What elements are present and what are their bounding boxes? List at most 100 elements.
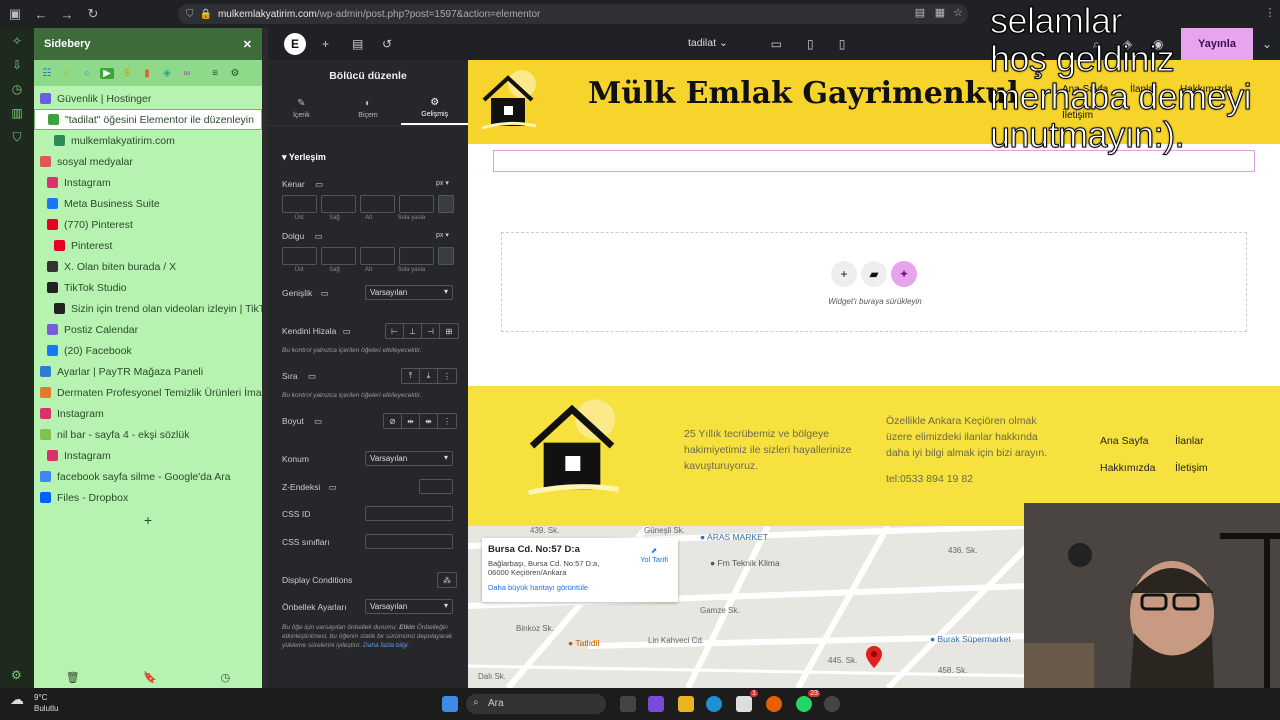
game-icon[interactable]: ◈ <box>160 68 174 79</box>
sidebery-tab[interactable]: (20) Facebook <box>34 340 262 361</box>
list-icon[interactable]: ≡ <box>208 68 222 79</box>
width-select[interactable]: Varsayılan <box>365 285 453 300</box>
sidebery-tab[interactable]: Ayarlar | PayTR Mağaza Paneli <box>34 361 262 382</box>
size-grow-icon[interactable]: ⇹ <box>402 414 420 428</box>
size-none-icon[interactable]: ⊘ <box>384 414 402 428</box>
sidebery-tab[interactable]: facebook sayfa silme - Google'da Ara <box>34 466 262 487</box>
size-more-icon[interactable]: ⋮ <box>438 414 456 428</box>
store-icon[interactable]: 1 <box>736 690 758 712</box>
sidebery-tab[interactable]: Sizin için trend olan videoları izleyin … <box>34 298 262 319</box>
align-stretch-icon[interactable]: ⊞ <box>440 324 458 338</box>
elementor-logo-icon[interactable]: E <box>284 33 306 55</box>
dollar-icon[interactable]: $ <box>120 68 134 79</box>
publish-options-icon[interactable]: ⌄ <box>1262 37 1272 51</box>
footer-nav-listings[interactable]: İlanlar <box>1175 435 1204 447</box>
cache-select[interactable]: Varsayılan <box>365 599 453 614</box>
ai-sparkle-icon[interactable]: ✦ <box>891 261 917 287</box>
selected-divider-widget[interactable] <box>493 150 1255 172</box>
order-end-icon[interactable]: ⤓ <box>420 369 438 383</box>
chrome-icon[interactable] <box>824 696 840 712</box>
position-select[interactable]: Varsayılan <box>365 451 453 466</box>
back-icon[interactable]: ← <box>30 3 52 25</box>
padding-bottom-input[interactable] <box>360 247 395 265</box>
sidebery-tab[interactable]: Postiz Calendar <box>34 319 262 340</box>
shield-icon[interactable]: ⛉ <box>12 130 21 145</box>
mobile-icon[interactable]: ▯ <box>839 37 846 51</box>
add-section-button[interactable]: + <box>831 261 857 287</box>
settings-icon[interactable]: ⚙ <box>228 68 242 79</box>
search-icon[interactable]: ⌕ <box>1093 37 1100 52</box>
bookmark-icon[interactable]: 🔖 <box>143 671 157 684</box>
shopping-icon[interactable]: ⌂ <box>60 68 74 79</box>
poi-aras-market[interactable]: ● ARAS MARKET <box>700 532 768 542</box>
padding-top-input[interactable] <box>282 247 317 265</box>
margin-bottom-input[interactable] <box>360 195 395 213</box>
sidebery-tab[interactable]: X. Olan biten burada / X <box>34 256 262 277</box>
tablet-icon[interactable]: ▯ <box>807 37 814 51</box>
larger-map-link[interactable]: Daha büyük haritayı görüntüle <box>488 583 672 592</box>
preview-eye-icon[interactable]: ◉ <box>1153 37 1163 51</box>
google-map[interactable]: Bursa Cd. No:57 D:a Bağlarbaşı, Bursa Cd… <box>468 526 1028 688</box>
reader-icon[interactable]: ▤ <box>912 6 928 22</box>
glasses-icon[interactable]: ∞ <box>180 68 194 79</box>
grid-icon[interactable]: ▦ <box>932 6 948 22</box>
sidebery-tab[interactable]: "tadilat" öğesini Elementor ile düzenley… <box>34 109 262 130</box>
display-conditions-button[interactable]: ⁂ <box>437 572 457 588</box>
add-element-icon[interactable]: + <box>322 37 329 51</box>
widget-dropzone[interactable]: + ▰ ✦ Widget'ı buraya sürükleyin <box>501 232 1247 332</box>
download-icon[interactable]: ⇩ <box>12 58 22 72</box>
teams-icon[interactable] <box>648 696 664 712</box>
margin-unit[interactable]: px ▾ <box>436 179 449 187</box>
tab-advanced[interactable]: ⚙ Gelişmiş <box>401 92 469 125</box>
trash-icon[interactable]: 🗑 <box>66 671 80 684</box>
order-start-icon[interactable]: ⤒ <box>402 369 420 383</box>
sidebery-tab[interactable]: TikTok Studio <box>34 277 262 298</box>
page-selector[interactable]: tadilat ⌄ <box>688 37 728 49</box>
sidebery-tab[interactable]: Instagram <box>34 445 262 466</box>
sidebery-tab[interactable]: sosyal medyalar <box>34 151 262 172</box>
sidebery-tab[interactable]: Instagram <box>34 403 262 424</box>
settings-gear-icon[interactable]: ⚙ <box>11 668 22 682</box>
footer-phone[interactable]: tel:0533 894 19 82 <box>886 471 973 487</box>
new-tab-button[interactable]: + <box>34 512 262 528</box>
history-icon[interactable]: ◷ <box>221 671 231 684</box>
nav-listings[interactable]: İlanlar <box>1130 84 1157 95</box>
forward-icon[interactable]: → <box>56 3 78 25</box>
firefox-icon[interactable] <box>766 696 782 712</box>
bookmark-star-icon[interactable]: ☆ <box>950 6 966 22</box>
extension-icon[interactable]: ✧ <box>12 34 22 48</box>
edge-icon[interactable] <box>706 696 722 712</box>
align-start-icon[interactable]: ⊢ <box>386 324 404 338</box>
nav-contact[interactable]: İletişim <box>1062 110 1093 121</box>
footer-nav-home[interactable]: Ana Sayfa <box>1100 435 1148 447</box>
align-end-icon[interactable]: ⊣ <box>422 324 440 338</box>
nav-about[interactable]: Hakkımızda <box>1180 84 1233 95</box>
section-layout-toggle[interactable]: ▾ Yerleşim <box>282 152 326 163</box>
footer-nav-contact[interactable]: İletişim <box>1175 462 1208 474</box>
link-values-icon[interactable] <box>438 195 454 213</box>
css-id-input[interactable] <box>365 506 453 521</box>
sidebery-icon[interactable]: ▥ <box>11 106 22 120</box>
margin-left-input[interactable] <box>399 195 434 213</box>
sidebery-tab[interactable]: Instagram <box>34 172 262 193</box>
tab-content[interactable]: ✎ İçerik <box>268 92 335 125</box>
tabs-panel-icon[interactable]: ☷ <box>40 68 54 79</box>
layers-icon[interactable]: ◈ <box>1123 37 1132 51</box>
margin-top-input[interactable] <box>282 195 317 213</box>
padding-unit[interactable]: px ▾ <box>436 231 449 239</box>
publish-button[interactable]: Yayınla <box>1181 28 1253 60</box>
link-values-icon[interactable] <box>438 247 454 265</box>
poi-tatlidil[interactable]: ● Tatlıdil <box>568 638 599 648</box>
poi-burak-supermarket[interactable]: ● Burak Süpermarket <box>930 634 1011 644</box>
whatsapp-icon[interactable]: 23 <box>796 690 820 712</box>
map-pin-icon[interactable] <box>866 646 882 668</box>
reload-icon[interactable]: ↻ <box>82 3 104 25</box>
padding-right-input[interactable] <box>321 247 356 265</box>
sidebery-tab[interactable]: Meta Business Suite <box>34 193 262 214</box>
page-settings-icon[interactable]: ▤ <box>352 37 363 51</box>
z-index-input[interactable] <box>419 479 453 494</box>
sidebery-tab[interactable]: Güvenlik | Hostinger <box>34 88 262 109</box>
padding-left-input[interactable] <box>399 247 434 265</box>
address-bar[interactable]: ⛉ 🔒 mulkemlakyatirim.com/wp-admin/post.p… <box>178 4 968 24</box>
margin-right-input[interactable] <box>321 195 356 213</box>
